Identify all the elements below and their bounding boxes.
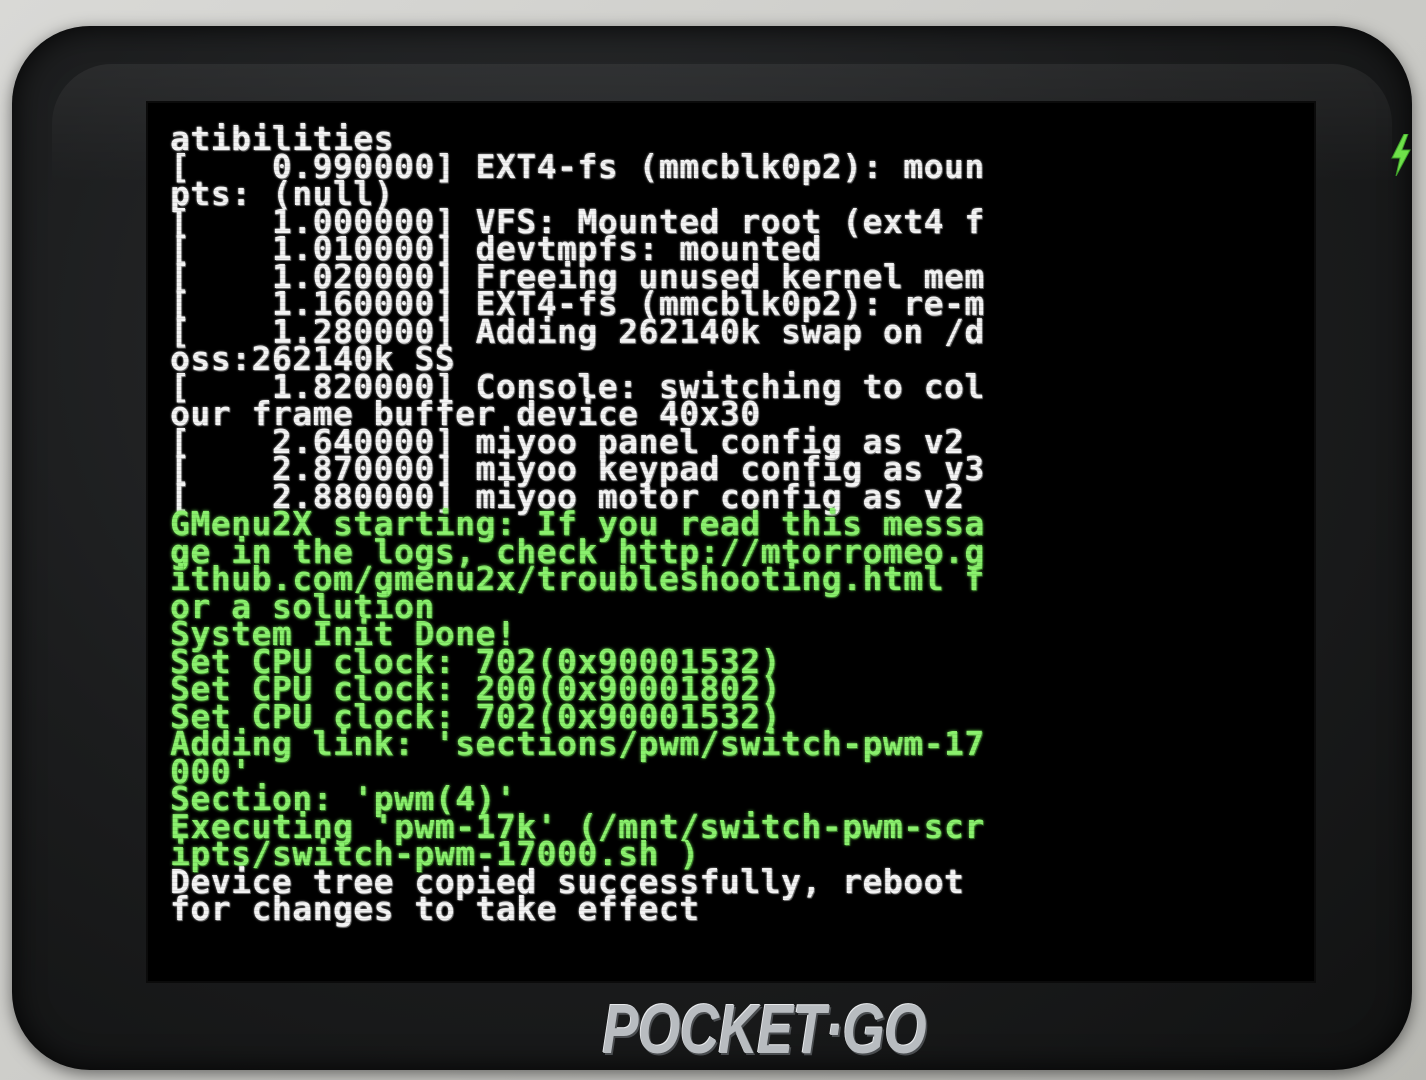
lightning-bolt-icon: [1391, 134, 1411, 176]
brand-logo: POCKET·GO: [602, 990, 926, 1068]
console-line: Adding link: 'sections/pwm/switch-pwm-17: [170, 724, 985, 763]
console-output: atibilities[ 0.990000] EXT4-fs (mmcblk0p…: [170, 122, 1306, 924]
console-screen: atibilities[ 0.990000] EXT4-fs (mmcblk0p…: [148, 103, 1314, 981]
